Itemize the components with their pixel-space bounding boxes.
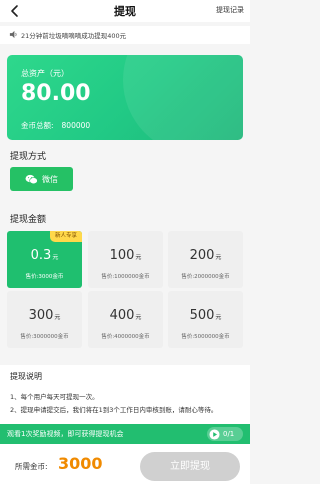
option-price: 售价:4000000金币 — [101, 334, 150, 340]
coin-total-value: 800000 — [61, 121, 91, 130]
wechat-icon — [25, 174, 38, 184]
option-amount: 300 — [28, 308, 54, 323]
amount-option-500[interactable]: 500元 售价:5000000金币 — [168, 291, 243, 348]
option-unit: 元 — [215, 254, 222, 261]
option-amount: 200 — [189, 248, 215, 263]
amount-option-300[interactable]: 300元 售价:3000000金币 — [7, 291, 82, 348]
withdraw-now-button[interactable]: 立即提现 — [140, 452, 240, 481]
explanation-rule: 2、提现申请提交后，我们将在1到3个工作日内审核到账，请耐心等待。 — [10, 406, 218, 414]
option-unit: 元 — [54, 314, 61, 321]
reward-video-bar[interactable]: 观看1次奖励视频，即可获得提现机会 0/1 — [0, 424, 250, 444]
total-asset-value: 80.00 — [21, 81, 91, 106]
option-price: 售价:5000000金币 — [181, 334, 230, 340]
option-unit: 元 — [135, 314, 142, 321]
explanation-rule: 1、每个用户每天可提现一次。 — [10, 393, 99, 401]
option-price: 售价:2000000金币 — [181, 274, 230, 280]
withdraw-method-title: 提现方式 — [10, 152, 47, 162]
option-amount: 400 — [109, 308, 135, 323]
coin-total: 金币总额: 800000 — [21, 120, 90, 131]
option-amount: 0.3 — [30, 248, 52, 263]
option-price: 售价:3000金币 — [25, 274, 64, 280]
option-unit: 元 — [215, 314, 222, 321]
video-progress: 0/1 — [207, 427, 243, 441]
option-unit: 元 — [135, 254, 142, 261]
play-icon — [209, 428, 220, 440]
new-user-badge: 新人专享 — [50, 231, 82, 242]
option-amount: 100 — [109, 248, 135, 263]
amount-option-200[interactable]: 200元 售价:2000000金币 — [168, 231, 243, 288]
option-price: 售价:1000000金币 — [101, 274, 150, 280]
speaker-icon — [9, 30, 17, 39]
amount-option-0-3[interactable]: 新人专享 0.3元 售价:3000金币 — [7, 231, 82, 288]
video-progress-text: 0/1 — [223, 430, 235, 438]
coin-total-label: 金币总额: — [21, 121, 54, 130]
required-coins-label: 所需金币: — [15, 462, 48, 471]
header: 提现 提现记录 — [0, 0, 250, 22]
explanation-title: 提现说明 — [10, 372, 42, 381]
wechat-method-button[interactable]: 微信 — [10, 167, 73, 191]
wechat-label: 微信 — [42, 174, 58, 184]
required-coins-value: 3000 — [58, 454, 103, 473]
withdraw-amount-title: 提现金额 — [10, 215, 47, 225]
option-price: 售价:3000000金币 — [20, 334, 69, 340]
withdraw-record-link[interactable]: 提现记录 — [216, 5, 244, 15]
withdraw-explanation: 提现说明 1、每个用户每天可提现一次。 2、提现申请提交后，我们将在1到3个工作… — [0, 365, 250, 425]
notice-text: 21分钟前垃圾嘀嘀嘀成功提现400元 — [21, 32, 127, 40]
amount-option-400[interactable]: 400元 售价:4000000金币 — [88, 291, 163, 348]
option-amount: 500 — [189, 308, 215, 323]
option-unit: 元 — [52, 254, 59, 261]
page-title: 提现 — [114, 5, 136, 18]
amount-option-100[interactable]: 100元 售价:1000000金币 — [88, 231, 163, 288]
reward-video-text: 观看1次奖励视频，即可获得提现机会 — [7, 430, 124, 438]
bottom-bar: 所需金币: 3000 立即提现 — [0, 444, 250, 484]
asset-card: 总资产（元） 80.00 金币总额: 800000 — [7, 55, 243, 140]
notice-bar: 21分钟前垃圾嘀嘀嘀成功提现400元 — [0, 26, 250, 44]
total-asset-label: 总资产（元） — [21, 69, 69, 78]
